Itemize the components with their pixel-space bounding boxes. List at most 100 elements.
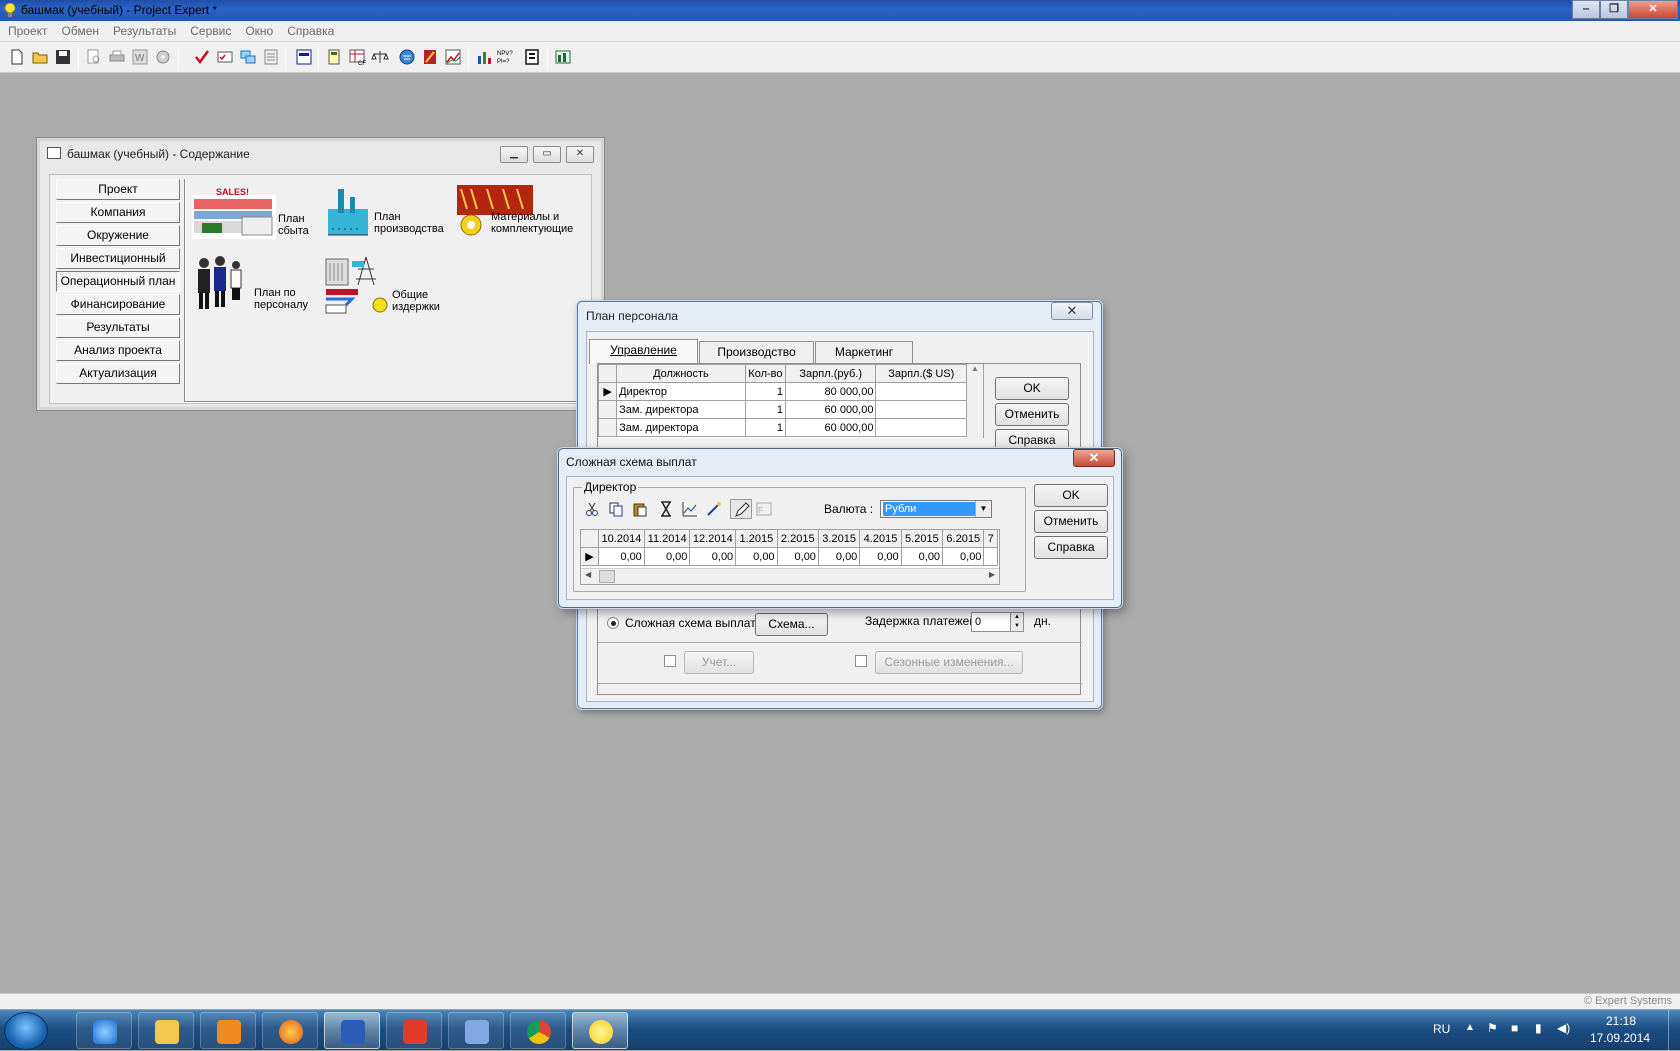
payment-cell[interactable]: 0,00 [900, 547, 944, 566]
minimize-button[interactable]: ‒ [1572, 0, 1600, 19]
payments-row[interactable]: ▶ 0,00 0,00 0,00 0,00 0,00 0,00 0,00 0,0… [581, 547, 998, 566]
menu-results[interactable]: Результаты [105, 21, 182, 40]
module-materials[interactable]: Материалы и комплектующие [457, 185, 589, 241]
menu-exchange[interactable]: Обмен [54, 21, 106, 40]
notes-icon[interactable] [262, 48, 280, 66]
account-button[interactable]: Учет... [684, 651, 754, 674]
scroll-left-icon[interactable]: ◀ [585, 570, 591, 579]
new-icon[interactable] [8, 48, 26, 66]
nav-operational-plan[interactable]: Операционный план [56, 271, 180, 292]
staff-ok-button[interactable]: OK [995, 377, 1069, 400]
copy-icon[interactable] [608, 501, 624, 517]
hourglass-icon[interactable] [658, 501, 674, 517]
tray-expand-icon[interactable]: ▲ [1465, 1022, 1475, 1033]
module-overhead[interactable]: Общие издержки [324, 255, 454, 315]
payment-cell[interactable]: 0,00 [817, 547, 861, 566]
pencil-toggle[interactable] [730, 499, 752, 519]
staff-cancel-button[interactable]: Отменить [995, 403, 1069, 426]
cell-position[interactable]: Зам. директора [616, 418, 746, 437]
language-indicator[interactable]: RU [1433, 1022, 1450, 1036]
cell-position[interactable]: Зам. директора [616, 400, 746, 419]
staff-close-button[interactable]: ✕ [1051, 302, 1093, 320]
complex-help-button[interactable]: Справка [1034, 536, 1108, 559]
complex-scheme-radio[interactable] [607, 617, 619, 629]
clock-time[interactable]: 21:18 [1606, 1014, 1636, 1028]
menu-service[interactable]: Сервис [182, 21, 237, 40]
tab-production[interactable]: Производство [699, 341, 814, 363]
cell-salary-usd[interactable] [875, 400, 967, 419]
col-salary-usd[interactable]: Зарпл.($ US) [875, 364, 967, 383]
period-header[interactable]: 10.2014 [598, 530, 645, 548]
taskbar-word[interactable] [324, 1012, 380, 1049]
module-personnel-plan[interactable]: План по персоналу [192, 255, 312, 313]
cashflow-icon[interactable]: CF [348, 48, 366, 66]
payment-cell[interactable]: 0,00 [859, 547, 902, 566]
cell-salary-usd[interactable] [875, 382, 967, 401]
cell-salary-rub[interactable]: 60 000,00 [784, 418, 877, 437]
cell-salary-rub[interactable]: 80 000,00 [784, 382, 877, 401]
contents-close-button[interactable]: ✕ [566, 146, 594, 163]
cut-icon[interactable] [584, 501, 600, 517]
close-button[interactable]: ✕ [1628, 0, 1678, 19]
scheme-button[interactable]: Схема... [755, 613, 828, 636]
col-qty[interactable]: Кол-во [744, 364, 786, 383]
chart-icon[interactable] [444, 48, 462, 66]
col-salary-rub[interactable]: Зарпл.(руб.) [784, 364, 877, 383]
complex-ok-button[interactable]: OK [1034, 484, 1108, 507]
line-chart-icon[interactable] [682, 501, 698, 517]
cell-position[interactable]: Директор [616, 382, 746, 401]
payment-cell[interactable]: 0,00 [598, 547, 645, 566]
cell-qty[interactable]: 1 [744, 418, 786, 437]
book-icon[interactable] [421, 48, 439, 66]
currency-select[interactable]: Рубли ▼ [880, 500, 992, 518]
menu-window[interactable]: Окно [237, 21, 279, 40]
nav-project-analysis[interactable]: Анализ проекта [56, 340, 180, 361]
table-icon[interactable] [295, 48, 313, 66]
checklist-icon[interactable] [216, 48, 234, 66]
seasonal-checkbox[interactable] [855, 655, 867, 667]
nav-actualization[interactable]: Актуализация [56, 363, 180, 384]
delay-spinner[interactable]: ▲ ▼ [1010, 612, 1024, 632]
bar-chart-icon[interactable] [475, 48, 493, 66]
payment-cell[interactable]: 0,00 [643, 547, 691, 566]
period-header[interactable]: 6.2015 [942, 530, 985, 548]
col-position[interactable]: Должность [616, 364, 746, 383]
period-header[interactable]: 11.2014 [643, 530, 691, 548]
table-row[interactable]: Зам. директора 1 60 000,00 [598, 400, 967, 419]
account-checkbox[interactable] [664, 655, 676, 667]
contents-minimize-button[interactable]: ▁ [500, 146, 528, 163]
save-icon[interactable] [54, 48, 72, 66]
complex-cancel-button[interactable]: Отменить [1034, 510, 1108, 533]
paste-icon[interactable] [632, 501, 648, 517]
print-icon[interactable] [108, 48, 126, 66]
shield-icon[interactable]: ■ [1511, 1021, 1518, 1035]
calculator-icon[interactable] [325, 48, 343, 66]
payment-cell[interactable]: 0,00 [689, 547, 737, 566]
taskbar-ie[interactable] [76, 1012, 132, 1049]
scroll-thumb[interactable] [599, 570, 615, 583]
tab-management[interactable]: Управление [589, 339, 698, 364]
period-header[interactable]: 4.2015 [859, 530, 902, 548]
taskbar-media-player[interactable] [200, 1012, 256, 1049]
settings-icon[interactable] [154, 48, 172, 66]
chevron-down-icon[interactable]: ▼ [975, 501, 991, 517]
taskbar-explorer[interactable] [138, 1012, 194, 1049]
menu-help[interactable]: Справка [279, 21, 340, 40]
maximize-button[interactable]: ❐ [1600, 0, 1628, 19]
open-icon[interactable] [31, 48, 49, 66]
nav-investment-plan[interactable]: Инвестиционный план [56, 248, 180, 284]
cell-qty[interactable]: 1 [744, 382, 786, 401]
taskbar-project-expert[interactable] [572, 1012, 628, 1049]
period-header[interactable]: 7 [983, 530, 998, 548]
volume-icon[interactable]: ◀) [1557, 1021, 1570, 1035]
balance-icon[interactable] [371, 48, 389, 66]
word-export-icon[interactable]: W [131, 48, 149, 66]
payment-cell[interactable]: 0,00 [735, 547, 778, 566]
period-header[interactable]: 1.2015 [735, 530, 778, 548]
report-icon[interactable] [554, 48, 572, 66]
period-header[interactable]: 12.2014 [689, 530, 737, 548]
npv-irr-icon[interactable]: NPV? PI=? [497, 48, 515, 66]
exchange-icon[interactable] [239, 48, 257, 66]
nav-environment[interactable]: Окружение [56, 225, 180, 246]
payment-cell[interactable]: 0,00 [776, 547, 819, 566]
